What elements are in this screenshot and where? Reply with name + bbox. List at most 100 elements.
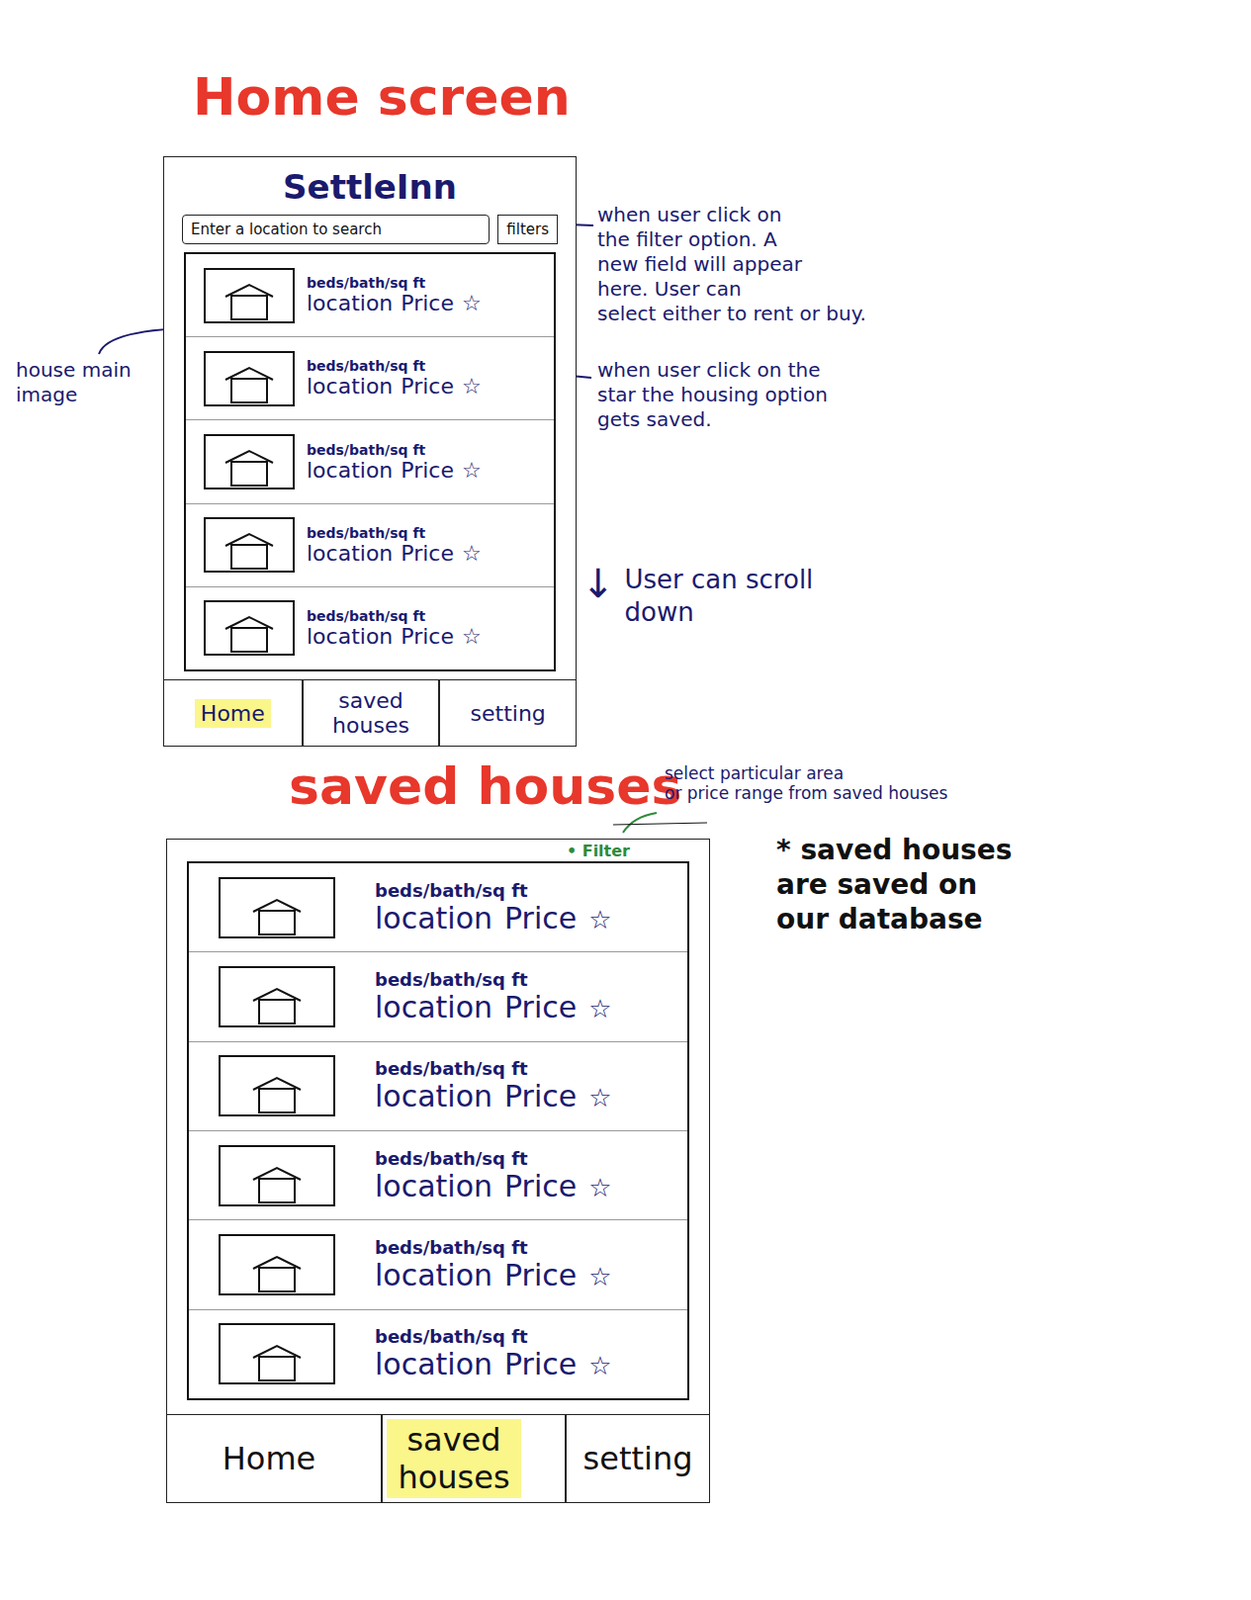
house-image: [203, 517, 295, 573]
listing-location: location: [306, 373, 393, 399]
scroll-arrow-icon: ↓: [581, 563, 616, 628]
listing-price: Price: [504, 1346, 577, 1382]
listing-price: Price: [400, 624, 454, 649]
listing-price: Price: [504, 1168, 577, 1204]
tab[interactable]: saved houses: [301, 680, 440, 746]
listing-price: Price: [504, 989, 577, 1025]
tab[interactable]: Home: [164, 680, 302, 746]
house-icon: [247, 1072, 307, 1115]
star-icon[interactable]: ☆: [461, 457, 482, 483]
saved-list[interactable]: beds/bath/sq ft location Price ☆ beds/ba…: [186, 861, 690, 1401]
listing-details: beds/bath/sq ft: [374, 969, 613, 990]
listing-list[interactable]: beds/bath/sq ft location Price ☆ beds/ba…: [183, 252, 556, 672]
listing-location: location: [374, 989, 493, 1025]
listing-row[interactable]: beds/bath/sq ft location Price ☆: [188, 863, 688, 953]
star-note: when user click on thestar the housing o…: [597, 357, 828, 433]
listing-details: beds/bath/sq ft: [374, 1326, 613, 1347]
tab-bar: Home saved houses setting: [167, 1414, 710, 1503]
house-icon: [219, 612, 279, 654]
app-name: SettleInn: [164, 157, 576, 207]
house-image: [218, 966, 336, 1028]
listing-details: beds/bath/sq ft: [374, 1148, 613, 1169]
wireframe-canvas: Home screen SettleInn Enter a location t…: [0, 0, 1251, 1600]
house-image: [203, 434, 295, 490]
house-icon: [247, 894, 307, 937]
house-icon: [219, 446, 279, 488]
house-image: [218, 877, 336, 939]
star-icon[interactable]: ☆: [461, 624, 482, 649]
house-icon: [219, 279, 279, 322]
database-note: * saved housesare saved onour database: [776, 832, 1012, 937]
star-icon[interactable]: ☆: [461, 290, 482, 316]
house-image: [218, 1323, 336, 1385]
saved-filter-note: select particular areaor price range fro…: [664, 763, 948, 805]
listing-location: location: [374, 1168, 493, 1204]
listing-details: beds/bath/sq ft: [306, 608, 482, 625]
house-image: [203, 268, 295, 324]
listing-row[interactable]: beds/bath/sq ft location Price ☆: [185, 337, 554, 421]
star-icon[interactable]: ☆: [588, 993, 612, 1024]
listing-location: location: [306, 290, 393, 316]
listing-price: Price: [504, 1078, 577, 1114]
star-icon[interactable]: ☆: [588, 1261, 612, 1292]
listing-location: location: [374, 1346, 493, 1382]
star-icon[interactable]: ☆: [588, 904, 612, 935]
tab[interactable]: setting: [564, 1415, 710, 1503]
star-icon[interactable]: ☆: [461, 373, 482, 399]
listing-price: Price: [400, 457, 454, 483]
listing-location: location: [374, 1078, 493, 1114]
listing-price: Price: [400, 373, 454, 399]
house-icon: [247, 1251, 307, 1294]
listing-row[interactable]: beds/bath/sq ft location Price ☆: [188, 952, 688, 1042]
saved-phone: • Filter beds/bath/sq ft location Price …: [166, 838, 711, 1504]
house-image: [218, 1145, 336, 1207]
listing-details: beds/bath/sq ft: [306, 525, 482, 541]
listing-details: beds/bath/sq ft: [374, 1058, 613, 1079]
listing-row[interactable]: beds/bath/sq ft location Price ☆: [188, 1042, 688, 1132]
house-icon: [247, 1340, 307, 1383]
house-image: [218, 1234, 336, 1296]
screen-title: Home screen: [192, 67, 571, 127]
listing-row[interactable]: beds/bath/sq ft location Price ☆: [185, 587, 554, 670]
star-icon[interactable]: ☆: [588, 1082, 612, 1113]
house-image: [203, 600, 295, 656]
search-field[interactable]: Enter a location to search: [181, 214, 490, 245]
listing-price: Price: [504, 900, 577, 936]
listing-row[interactable]: beds/bath/sq ft location Price ☆: [188, 1220, 688, 1310]
listing-location: location: [306, 457, 393, 483]
listing-location: location: [374, 900, 493, 936]
listing-row[interactable]: beds/bath/sq ft location Price ☆: [188, 1310, 688, 1399]
image-note: house mainimage: [15, 357, 132, 408]
listing-details: beds/bath/sq ft: [374, 1237, 613, 1258]
house-icon: [247, 1162, 307, 1205]
screen-title: saved houses: [288, 756, 682, 816]
house-image: [218, 1055, 336, 1117]
tab[interactable]: saved houses: [380, 1415, 526, 1503]
house-icon: [247, 983, 307, 1026]
star-icon[interactable]: ☆: [461, 540, 482, 566]
listing-row[interactable]: beds/bath/sq ft location Price ☆: [188, 1131, 688, 1221]
listing-details: beds/bath/sq ft: [306, 442, 482, 458]
star-icon[interactable]: ☆: [588, 1350, 612, 1381]
tab[interactable]: Home: [196, 1415, 342, 1503]
listing-price: Price: [400, 290, 454, 316]
listing-price: Price: [400, 540, 454, 566]
house-icon: [219, 362, 279, 405]
filter-link[interactable]: • Filter: [566, 841, 630, 861]
listing-row[interactable]: beds/bath/sq ft location Price ☆: [185, 420, 554, 504]
filter-note: when user click onthe filter option. Ane…: [597, 202, 867, 327]
star-icon[interactable]: ☆: [588, 1172, 612, 1203]
home-phone: SettleInn Enter a location to search fil…: [163, 156, 577, 747]
listing-row[interactable]: beds/bath/sq ft location Price ☆: [185, 504, 554, 588]
listing-price: Price: [504, 1257, 577, 1293]
listing-row[interactable]: beds/bath/sq ft location Price ☆: [185, 254, 554, 338]
listing-location: location: [306, 540, 393, 566]
scroll-note: ↓ User can scrolldown: [581, 563, 813, 628]
listing-details: beds/bath/sq ft: [306, 274, 482, 291]
listing-details: beds/bath/sq ft: [374, 880, 613, 901]
house-image: [203, 351, 295, 407]
filters-button[interactable]: filters: [497, 214, 558, 245]
listing-location: location: [306, 624, 393, 649]
listing-location: location: [374, 1257, 493, 1293]
tab[interactable]: setting: [438, 680, 576, 746]
